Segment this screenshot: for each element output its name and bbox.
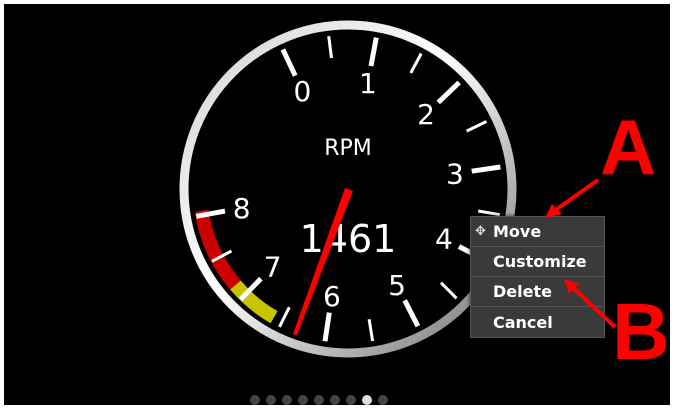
rpm-gauge[interactable]: 0 1 23 45 6 78 RPM 1461 [0, 0, 675, 409]
dial-number: 7 [264, 250, 282, 283]
menu-item-delete-label: Delete [493, 282, 552, 301]
menu-item-cancel[interactable]: Cancel [471, 307, 604, 337]
dial-number: 6 [323, 280, 341, 313]
menu-item-customize-label: Customize [493, 252, 587, 271]
page-indicator[interactable] [250, 394, 388, 406]
page-dot[interactable] [298, 395, 308, 405]
menu-item-delete[interactable]: Delete [471, 277, 604, 307]
menu-item-cancel-label: Cancel [493, 312, 553, 332]
dial-number: 1 [359, 67, 377, 100]
page-dot[interactable] [346, 395, 356, 405]
page-dot[interactable] [330, 395, 340, 405]
gauge-readout: 1461 [300, 217, 397, 261]
menu-item-move[interactable]: ✥ Move [471, 217, 604, 247]
page-dot[interactable] [266, 395, 276, 405]
dial-number: 3 [446, 158, 464, 191]
dial-number: 2 [417, 98, 435, 131]
page-dot[interactable] [362, 395, 372, 405]
context-menu: ✥ Move Customize Delete Cancel [470, 216, 605, 338]
gauge-title: RPM [324, 136, 372, 161]
dial-number: 8 [233, 192, 251, 225]
dial-number: 0 [293, 75, 311, 108]
page-dot[interactable] [378, 395, 388, 405]
menu-item-move-label: Move [493, 222, 542, 241]
annotation-label-b: B [612, 287, 670, 376]
menu-item-customize[interactable]: Customize [471, 247, 604, 277]
page-dot[interactable] [282, 395, 292, 405]
dial-number: 5 [388, 269, 406, 302]
dial-number: 4 [435, 223, 453, 256]
page-dot[interactable] [250, 395, 260, 405]
annotation-label-a: A [600, 103, 657, 191]
page-dot[interactable] [314, 395, 324, 405]
move-arrows-icon: ✥ [475, 224, 486, 239]
